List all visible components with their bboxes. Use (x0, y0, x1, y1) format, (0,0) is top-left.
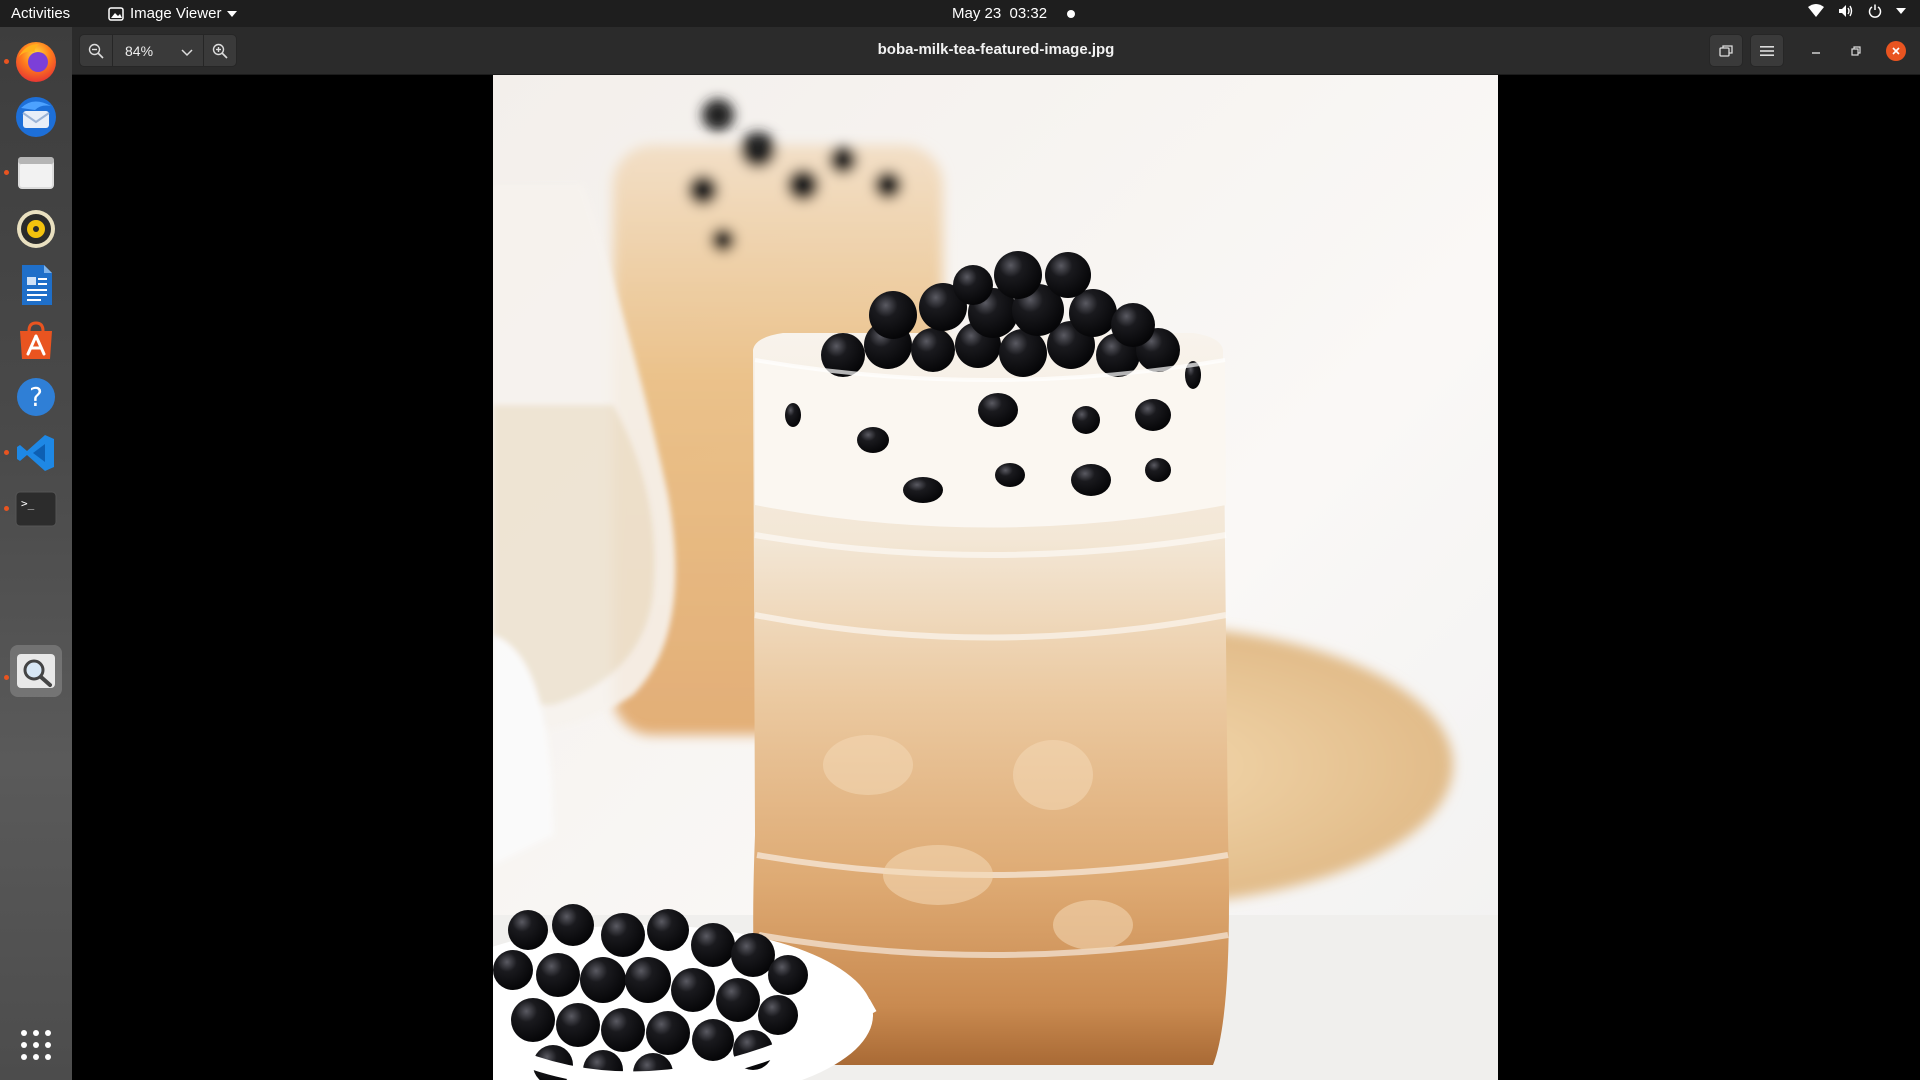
volume-icon (1839, 5, 1853, 17)
help-icon: ? (17, 378, 55, 416)
fullscreen-button[interactable] (1709, 34, 1743, 67)
dock-item-files[interactable] (10, 147, 62, 199)
dock-item-writer[interactable] (10, 259, 62, 311)
dock-item-help[interactable]: ? (10, 371, 62, 423)
window-title: boba-milk-tea-featured-image.jpg (877, 41, 1115, 58)
displayed-photo[interactable] (493, 75, 1498, 1080)
running-indicator (4, 675, 9, 680)
app-menu-label: Image Viewer (130, 5, 222, 22)
system-tray[interactable] (1808, 4, 1906, 18)
image-viewer-small-icon (108, 6, 124, 21)
chevron-down-icon (1896, 8, 1906, 14)
minimize-icon (1812, 51, 1820, 54)
thunderbird-icon (16, 97, 56, 137)
app-menu[interactable]: Image Viewer (108, 5, 238, 22)
wifi-icon (1808, 4, 1824, 17)
rhythmbox-icon (17, 210, 55, 248)
image-viewer-icon (17, 654, 55, 688)
running-indicator (4, 59, 9, 64)
image-canvas[interactable] (72, 75, 1920, 1080)
svg-text:?: ? (29, 383, 43, 413)
restore-button[interactable] (1839, 34, 1873, 67)
dock-item-software[interactable] (10, 315, 62, 367)
close-icon (1886, 40, 1906, 61)
restore-icon (1851, 45, 1861, 56)
files-icon (18, 157, 54, 189)
dock-item-rhythmbox[interactable] (10, 203, 62, 255)
main-menu-button[interactable] (1750, 34, 1784, 67)
dock: ? >_ (0, 27, 73, 1080)
dock-item-vscode[interactable] (10, 427, 62, 479)
dock-item-image-viewer[interactable] (10, 645, 62, 697)
viewer-header-bar: 84% boba-milk-tea-featured-image.jpg (72, 27, 1920, 75)
fullscreen-icon (1719, 44, 1733, 57)
running-indicator (4, 450, 9, 455)
show-applications-button[interactable] (18, 1027, 54, 1063)
power-icon (1868, 4, 1882, 18)
hamburger-menu-icon (1760, 45, 1774, 56)
minimize-button[interactable] (1799, 34, 1833, 67)
clock-time: 03:32 (1009, 5, 1048, 22)
top-bar: Activities Image Viewer May 23 03:32 (0, 0, 1920, 27)
close-button[interactable] (1879, 34, 1913, 67)
terminal-icon: >_ (15, 491, 57, 527)
clock-date: May 23 (952, 5, 1002, 22)
chevron-down-icon (227, 10, 238, 17)
vscode-icon (17, 435, 54, 471)
dock-item-firefox[interactable] (10, 35, 62, 87)
activities-button[interactable]: Activities (11, 5, 70, 22)
running-indicator (4, 506, 9, 511)
firefox-icon (16, 42, 56, 82)
dock-item-terminal[interactable]: >_ (10, 483, 62, 535)
boba-milk-tea-photo (493, 75, 1498, 1080)
clock[interactable]: May 23 03:32 (952, 5, 1076, 22)
svg-text:>_: >_ (21, 497, 35, 510)
writer-icon (22, 265, 52, 305)
dock-item-thunderbird[interactable] (10, 91, 62, 143)
software-icon (20, 321, 52, 359)
notification-dot-icon (1067, 9, 1076, 18)
running-indicator (4, 170, 9, 175)
